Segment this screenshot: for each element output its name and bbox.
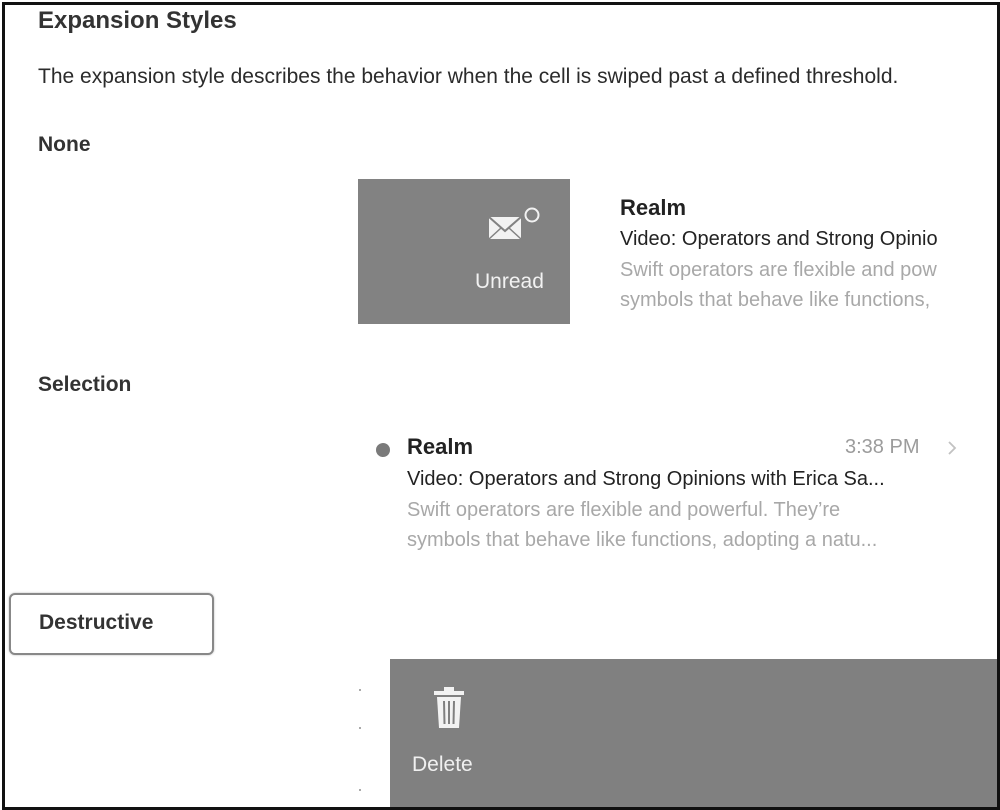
cell-preview: symbols that behave like functions, adop… — [407, 529, 878, 551]
envelope-unread-icon — [488, 207, 540, 240]
cell-subject: Video: Operators and Strong Opinio — [620, 228, 938, 250]
cell-subject: Video: Operators and Strong Opinions wit… — [407, 468, 885, 490]
divider-mark — [359, 789, 361, 791]
trash-icon — [434, 687, 464, 728]
destructive-label-text: Destructive — [39, 611, 154, 634]
cell-sender[interactable]: Realm — [620, 195, 686, 221]
screenshot-frame: Expansion Styles The expansion style des… — [2, 2, 1000, 810]
page-title: Expansion Styles — [38, 7, 237, 34]
cell-preview: Swift operators are flexible and pow — [620, 259, 937, 281]
cell-sender[interactable]: Realm — [407, 434, 473, 460]
divider-mark — [359, 689, 361, 691]
cell-timestamp: 3:38 PM — [845, 436, 920, 458]
delete-action-label: Delete — [412, 753, 473, 776]
section-label-destructive: Destructive — [9, 593, 214, 655]
cell-preview: Swift operators are flexible and powerfu… — [407, 499, 841, 521]
unread-dot-indicator — [376, 443, 390, 457]
cell-preview: symbols that behave like functions, — [620, 289, 931, 311]
divider-mark — [359, 727, 361, 729]
unread-swipe-action[interactable]: Unread — [358, 179, 570, 324]
section-label-none: None — [38, 133, 91, 156]
page-description: The expansion style describes the behavi… — [38, 65, 899, 88]
content-area: Expansion Styles The expansion style des… — [5, 5, 997, 807]
delete-swipe-action[interactable]: Delete — [390, 659, 997, 807]
chevron-right-icon[interactable] — [945, 439, 959, 457]
section-label-selection: Selection — [38, 373, 132, 396]
